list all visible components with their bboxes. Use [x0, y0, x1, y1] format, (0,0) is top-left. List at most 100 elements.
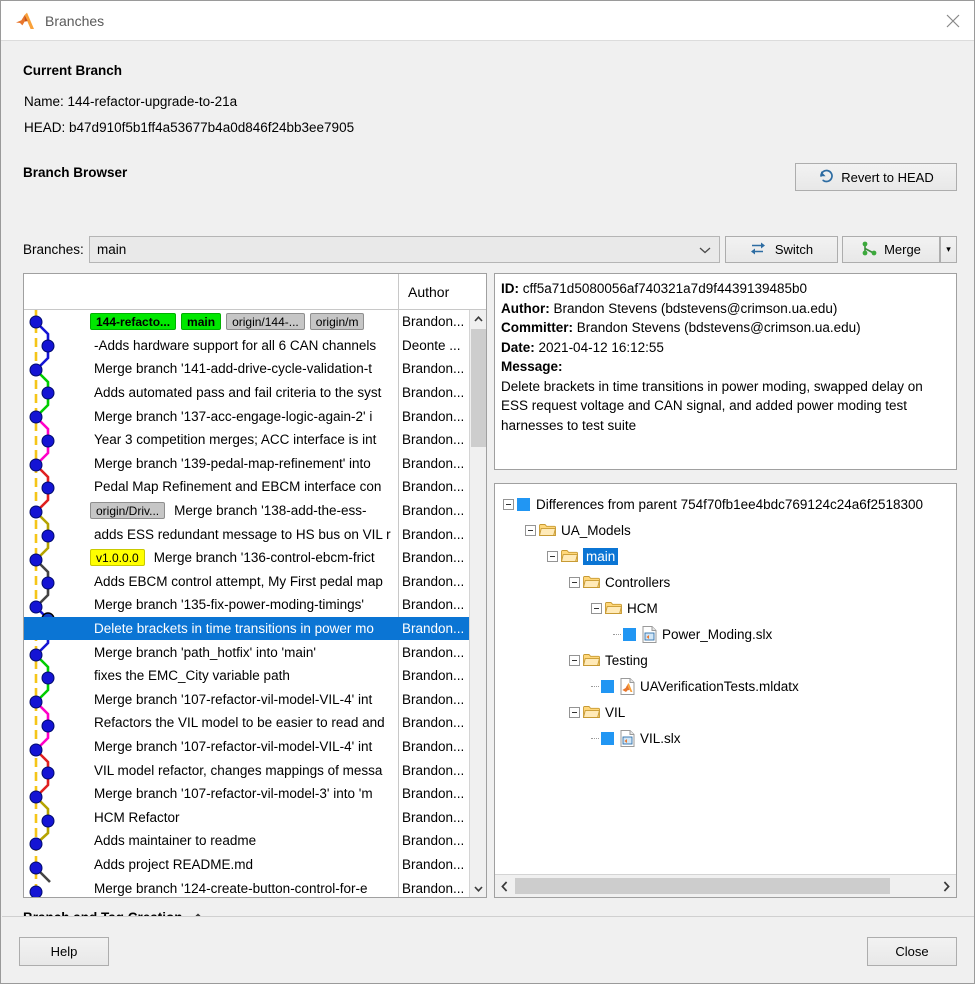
commit-row[interactable]: Merge branch '107-refactor-vil-model-VIL… — [24, 734, 486, 759]
help-button[interactable]: Help — [19, 937, 109, 966]
close-button[interactable]: Close — [867, 937, 957, 966]
commit-message-text: Merge branch '137-acc-engage-logic-again… — [94, 408, 373, 424]
close-button-label: Close — [895, 944, 929, 959]
diff-tree-node-label: Power_Moding.slx — [662, 626, 773, 642]
commit-row[interactable]: 144-refacto... main origin/144-... origin/m… — [24, 310, 486, 334]
tree-collapse-icon[interactable] — [569, 576, 580, 588]
commit-graph-cell — [24, 357, 90, 381]
diff-tree-node[interactable]: UAVerificationTests.mldatx — [495, 673, 956, 699]
commit-row[interactable]: v1.0.0.0 Merge branch '136-control-ebcm-f… — [24, 545, 486, 570]
commit-list-scrollbar[interactable] — [469, 310, 486, 897]
ref-chip-branch[interactable]: main — [181, 313, 222, 331]
diff-tree-node[interactable]: HCM — [495, 595, 956, 621]
commit-rows: 144-refacto... main origin/144-... origin/m… — [24, 310, 486, 897]
commit-row[interactable]: Pedal Map Refinement and EBCM interface … — [24, 475, 486, 499]
branches-select[interactable]: main — [89, 236, 720, 263]
commit-graph-cell — [24, 404, 90, 428]
scroll-thumb[interactable] — [471, 329, 486, 447]
blue-square-icon — [601, 679, 614, 693]
diff-tree-node[interactable]: Controllers — [495, 569, 956, 595]
commit-message-text: Merge branch '107-refactor-vil-model-VIL… — [94, 691, 373, 707]
window-title: Branches — [45, 12, 105, 29]
commit-message-cell: origin/Driv... Merge branch '138-add-the-… — [24, 499, 398, 523]
merge-button[interactable]: Merge — [842, 236, 940, 263]
tree-collapse-icon[interactable] — [525, 524, 536, 536]
diff-tree-hscrollbar[interactable] — [495, 874, 956, 897]
hscroll-thumb[interactable] — [515, 878, 890, 894]
commit-row[interactable]: -Adds hardware support for all 6 CAN cha… — [24, 333, 486, 358]
ref-chip-remote[interactable]: origin/m — [309, 313, 365, 331]
diff-tree-node[interactable]: VIL.slx — [495, 725, 956, 751]
commit-row[interactable]: VIL model refactor, changes mappings of … — [24, 758, 486, 782]
close-icon[interactable] — [930, 1, 974, 40]
ref-chip-branch[interactable]: 144-refacto... — [90, 313, 177, 331]
column-header-author[interactable]: Author — [398, 274, 486, 309]
matlab-icon — [15, 11, 35, 31]
blue-square-icon — [601, 731, 614, 745]
tree-collapse-icon[interactable] — [547, 550, 558, 562]
diff-tree-node[interactable]: Power_Moding.slx — [495, 621, 956, 647]
commit-message-text: Merge branch '138-add-the-ess- — [174, 503, 367, 519]
commit-graph-cell — [24, 475, 90, 499]
commit-row[interactable]: Merge branch '141-add-drive-cycle-valida… — [24, 357, 486, 381]
branch-name-line: Name: 144-refactor-upgrade-to-21a — [24, 94, 237, 109]
diff-tree-node-label: VIL.slx — [640, 730, 681, 746]
scroll-right-icon[interactable] — [937, 875, 956, 897]
commit-row[interactable]: Adds EBCM control attempt, My First peda… — [24, 569, 486, 594]
commit-message-text: Adds EBCM control attempt, My First peda… — [94, 573, 383, 589]
commit-row[interactable]: Adds project README.md Brandon... — [24, 852, 486, 877]
commit-row[interactable]: Merge branch 'path_hotfix' into 'main' Br… — [24, 640, 486, 664]
tree-collapse-icon[interactable] — [569, 706, 580, 718]
diff-tree-node[interactable]: main — [495, 543, 956, 569]
commit-row[interactable]: Adds maintainer to readme Brandon... — [24, 829, 486, 853]
commit-row[interactable]: Merge branch '124-create-button-control-… — [24, 876, 486, 897]
commit-message-text: Adds automated pass and fail criteria to… — [94, 385, 382, 401]
commit-row[interactable]: Merge branch '135-fix-power-moding-timin… — [24, 593, 486, 617]
commit-row[interactable]: Refactors the VIL model to be easier to … — [24, 711, 486, 735]
tree-collapse-icon[interactable] — [591, 602, 602, 614]
ref-chip-remote[interactable]: origin/144-... — [226, 313, 305, 331]
scroll-up-icon[interactable] — [470, 310, 486, 327]
commit-message-cell: -Adds hardware support for all 6 CAN cha… — [24, 334, 398, 358]
ref-chip-remote[interactable]: origin/Driv... — [90, 502, 166, 520]
current-branch-heading: Current Branch — [23, 63, 123, 78]
diff-tree-node[interactable]: Differences from parent 754f70fb1ee4bdc7… — [495, 491, 956, 517]
commit-row[interactable]: Merge branch '107-refactor-vil-model-VIL… — [24, 687, 486, 712]
diff-tree-node[interactable]: VIL — [495, 699, 956, 725]
tree-collapse-icon[interactable] — [503, 498, 514, 510]
commit-row[interactable]: Year 3 competition merges; ACC interface… — [24, 427, 486, 452]
scroll-left-icon[interactable] — [495, 875, 514, 897]
title-bar: Branches — [1, 1, 974, 41]
commit-row[interactable]: Merge branch '139-pedal-map-refinement' … — [24, 451, 486, 476]
scroll-down-icon[interactable] — [470, 880, 486, 897]
tree-collapse-icon[interactable] — [569, 654, 580, 666]
commit-row[interactable]: fixes the EMC_City variable path Brandon.… — [24, 663, 486, 688]
commit-message-cell: Merge branch '141-add-drive-cycle-valida… — [24, 357, 398, 381]
commit-row[interactable]: Delete brackets in time transitions in p… — [24, 616, 486, 641]
commit-graph-cell — [24, 593, 90, 617]
detail-date-label: Date: — [501, 339, 535, 355]
commit-row[interactable]: Adds automated pass and fail criteria to… — [24, 380, 486, 405]
detail-author-label: Author: — [501, 300, 550, 316]
commit-graph-cell — [24, 664, 90, 688]
folder-icon — [561, 549, 578, 563]
folder-icon — [583, 705, 600, 719]
commit-row[interactable]: adds ESS redundant message to HS bus on … — [24, 522, 486, 546]
detail-author-value: Brandon Stevens (bdstevens@crimson.ua.ed… — [553, 300, 838, 316]
commit-row[interactable]: origin/Driv... Merge branch '138-add-the-… — [24, 498, 486, 523]
diff-tree-node[interactable]: UA_Models — [495, 517, 956, 543]
commit-row[interactable]: HCM Refactor Brandon... — [24, 805, 486, 830]
commit-message-text: Adds maintainer to readme — [94, 833, 257, 849]
revert-to-head-button[interactable]: Revert to HEAD — [795, 163, 957, 191]
commit-message-cell: Merge branch '139-pedal-map-refinement' … — [24, 452, 398, 476]
switch-button[interactable]: Switch — [725, 236, 838, 263]
diff-tree-node[interactable]: Testing — [495, 647, 956, 673]
tree-connector — [591, 737, 599, 739]
commit-row[interactable]: Merge branch '107-refactor-vil-model-3' … — [24, 781, 486, 806]
ref-chip-tag[interactable]: v1.0.0.0 — [90, 549, 145, 567]
commit-graph-cell — [24, 499, 90, 523]
commit-row[interactable]: Merge branch '137-acc-engage-logic-again… — [24, 404, 486, 428]
merge-dropdown-button[interactable]: ▾ — [940, 236, 957, 263]
commit-graph-cell — [24, 688, 90, 712]
branch-name-value: 144-refactor-upgrade-to-21a — [67, 94, 238, 109]
